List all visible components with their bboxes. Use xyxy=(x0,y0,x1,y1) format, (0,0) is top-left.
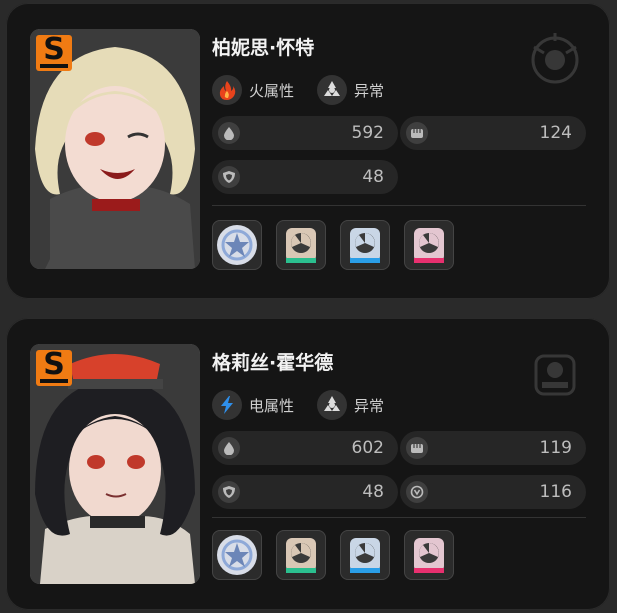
anomaly-mastery-icon xyxy=(406,481,428,503)
divider xyxy=(212,517,586,518)
stat-anomaly-mastery: 116 xyxy=(400,475,586,509)
rank-badge: S xyxy=(36,32,72,71)
attribute-label: 电属性 xyxy=(249,396,295,415)
agent-card[interactable]: S 格莉丝·霍华德 电属性 异常 602 119 48 116 xyxy=(6,318,610,610)
specialty-label: 异常 xyxy=(354,81,385,100)
specialty-tag: 异常 xyxy=(317,388,384,422)
hp-drop-icon xyxy=(218,437,240,459)
attack-fist-icon xyxy=(406,122,428,144)
drive-disc-slot[interactable] xyxy=(276,530,326,580)
fire-icon xyxy=(212,75,242,105)
faction-emblem-icon xyxy=(531,33,579,84)
specialty-tag: 异常 xyxy=(317,73,384,107)
stat-hp: 602 xyxy=(212,431,398,465)
faction-emblem-icon xyxy=(534,354,576,396)
drive-disc-icon xyxy=(350,228,380,263)
attribute-tag: 火属性 xyxy=(212,73,294,107)
defense-shield-icon xyxy=(218,166,240,188)
agent-portrait[interactable]: S xyxy=(30,29,200,269)
drive-disc-slot[interactable] xyxy=(340,530,390,580)
anomaly-icon xyxy=(317,75,347,105)
agent-name: 柏妮思·怀特 xyxy=(212,37,315,59)
lightning-icon xyxy=(212,390,242,420)
drive-disc-icon xyxy=(414,228,444,263)
w-engine-slot[interactable] xyxy=(212,530,262,580)
divider xyxy=(212,205,586,206)
attribute-tag: 电属性 xyxy=(212,388,294,422)
agent-name: 格莉丝·霍华德 xyxy=(212,352,334,374)
equipment-row xyxy=(212,220,482,276)
drive-disc-icon xyxy=(286,538,316,573)
agent-portrait[interactable]: S xyxy=(30,344,200,584)
stat-defense: 48 xyxy=(212,475,398,509)
specialty-label: 异常 xyxy=(354,396,385,415)
drive-disc-icon xyxy=(350,538,380,573)
w-engine-disc-icon xyxy=(217,225,257,265)
stat-attack: 119 xyxy=(400,431,586,465)
drive-disc-slot[interactable] xyxy=(276,220,326,270)
drive-disc-slot[interactable] xyxy=(340,220,390,270)
drive-disc-slot[interactable] xyxy=(404,530,454,580)
drive-disc-icon xyxy=(414,538,444,573)
agent-card[interactable]: S 柏妮思·怀特 火属性 异常 592 124 48 xyxy=(6,3,610,299)
drive-disc-slot[interactable] xyxy=(404,220,454,270)
stat-defense: 48 xyxy=(212,160,398,194)
hp-drop-icon xyxy=(218,122,240,144)
defense-shield-icon xyxy=(218,481,240,503)
attribute-label: 火属性 xyxy=(249,81,295,100)
drive-disc-icon xyxy=(286,228,316,263)
w-engine-disc-icon xyxy=(217,535,257,575)
attack-fist-icon xyxy=(406,437,428,459)
stat-attack: 124 xyxy=(400,116,586,150)
rank-badge: S xyxy=(36,347,72,386)
equipment-row xyxy=(212,530,482,586)
stat-hp: 592 xyxy=(212,116,398,150)
w-engine-slot[interactable] xyxy=(212,220,262,270)
anomaly-icon xyxy=(317,390,347,420)
